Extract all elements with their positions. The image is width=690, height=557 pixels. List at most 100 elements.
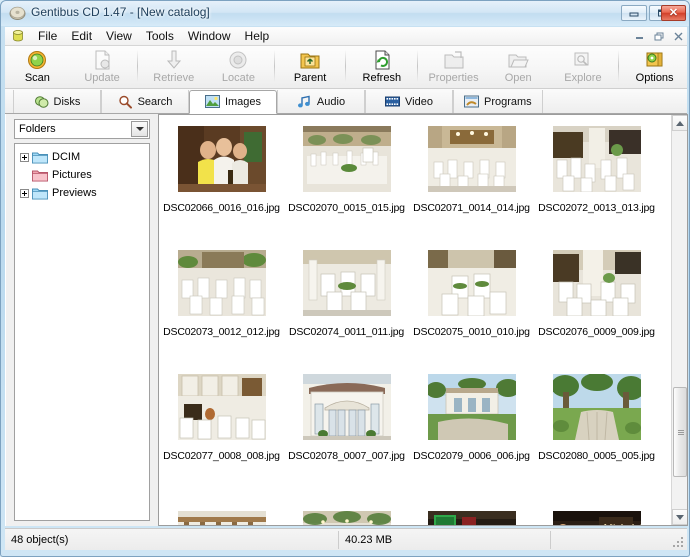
menu-item-window[interactable]: Window [181, 27, 238, 45]
title-bar: Gentibus CD 1.47 - [New catalog] ✕ [1, 1, 689, 26]
menu-item-edit[interactable]: Edit [64, 27, 99, 45]
menu-item-tools[interactable]: Tools [139, 27, 181, 45]
thumbnail-row: DSC02077_0008_008.jpg DSC02078_0007_007.… [159, 363, 672, 487]
expand-icon[interactable] [20, 188, 29, 198]
thumbnail-image[interactable] [411, 487, 532, 525]
toolbar-button-open[interactable]: Open [486, 46, 551, 88]
minimize-button[interactable] [621, 5, 647, 21]
thumbnail-caption: DSC02072_0013_013.jpg [538, 202, 655, 214]
thumbnail-image[interactable] [536, 239, 657, 323]
folders-dropdown[interactable]: Folders [14, 119, 150, 139]
thumbnail-item[interactable]: DSC02080_0005_005.jpg [536, 363, 657, 462]
thumbnail-caption: DSC02078_0007_007.jpg [288, 450, 405, 462]
tree-label-dcim: DCIM [52, 151, 81, 163]
toolbar-button-locate[interactable]: Locate [206, 46, 271, 88]
toolbar-label-locate: Locate [221, 72, 255, 84]
thumbnail-image[interactable] [161, 363, 282, 447]
thumbnail-item[interactable]: DSC02074_0011_011.jpg [286, 239, 407, 338]
thumbnail-caption: DSC02074_0011_011.jpg [288, 326, 405, 338]
thumbnail-item[interactable]: DSC02079_0006_006.jpg [411, 363, 532, 462]
thumbnail-image[interactable] [161, 487, 282, 525]
thumbnail-row: Michelob ULTRA [159, 487, 672, 525]
close-icon: ✕ [668, 6, 679, 19]
refresh-icon [371, 49, 393, 71]
thumbnail-item[interactable]: DSC02075_0010_010.jpg [411, 239, 532, 338]
thumbnail-image[interactable] [161, 239, 282, 323]
menu-item-help[interactable]: Help [238, 27, 277, 45]
thumbnail-image[interactable] [536, 115, 657, 199]
thumbnail-image[interactable] [411, 115, 532, 199]
sidebar: Folders DCIM Pictures Previews [6, 114, 158, 526]
folder-tree[interactable]: DCIM Pictures Previews [14, 143, 150, 521]
toolbar-separator [273, 50, 275, 82]
thumbnail-item[interactable]: Michelob ULTRA [536, 487, 657, 525]
thumbnail-image[interactable] [411, 363, 532, 447]
toolbar-button-scan[interactable]: Scan [5, 46, 70, 88]
folders-dropdown-value: Folders [19, 123, 56, 135]
disc-icon [9, 5, 26, 22]
parent-folder-icon [299, 49, 321, 71]
thumbnail-image[interactable] [411, 239, 532, 323]
menu-item-view[interactable]: View [99, 27, 139, 45]
tab-audio[interactable]: Audio [277, 90, 365, 113]
thumbnail-item[interactable] [411, 487, 532, 525]
scroll-up-button[interactable] [672, 115, 687, 131]
tab-disks[interactable]: Disks [13, 90, 101, 113]
scrollbar-grip-icon [678, 430, 684, 435]
thumbnail-item[interactable]: DSC02071_0014_014.jpg [411, 115, 532, 214]
toolbar-button-properties[interactable]: Properties [421, 46, 486, 88]
tab-label-video: Video [405, 95, 433, 108]
toolbar-label-refresh: Refresh [362, 72, 402, 84]
scan-icon [26, 49, 48, 71]
vertical-scrollbar[interactable] [671, 115, 687, 525]
tab-label-programs: Programs [484, 95, 532, 108]
thumbnail-item[interactable] [286, 487, 407, 525]
close-button[interactable]: ✕ [661, 5, 686, 21]
chevron-down-icon[interactable] [131, 121, 148, 137]
tree-item-pictures[interactable]: Pictures [18, 166, 147, 184]
toolbar-separator [618, 50, 620, 82]
mdi-minimize-button[interactable] [631, 29, 648, 44]
thumbnail-image[interactable]: Michelob ULTRA [536, 487, 657, 525]
toolbar-button-explore[interactable]: Explore [551, 46, 616, 88]
thumbnail-viewport[interactable]: DSC02066_0016_016.jpg DSC02070_0015_015.… [159, 115, 672, 525]
tree-item-dcim[interactable]: DCIM [18, 148, 147, 166]
thumbnail-item[interactable]: DSC02066_0016_016.jpg [161, 115, 282, 214]
thumbnail-item[interactable]: DSC02073_0012_012.jpg [161, 239, 282, 338]
thumbnail-item[interactable] [161, 487, 282, 525]
toolbar-button-update[interactable]: Update [70, 46, 135, 88]
thumbnail-item[interactable]: DSC02077_0008_008.jpg [161, 363, 282, 462]
tab-programs[interactable]: Programs [453, 90, 543, 113]
expand-icon[interactable] [20, 152, 29, 162]
thumbnail-item[interactable]: DSC02076_0009_009.jpg [536, 239, 657, 338]
menu-item-file[interactable]: File [31, 27, 64, 45]
thumbnail-item[interactable]: DSC02070_0015_015.jpg [286, 115, 407, 214]
scrollbar-thumb[interactable] [673, 387, 687, 477]
thumbnail-image[interactable] [536, 363, 657, 447]
thumbnail-image[interactable] [286, 115, 407, 199]
thumbnail-image[interactable] [286, 239, 407, 323]
tab-search[interactable]: Search [101, 90, 189, 113]
thumbnail-item[interactable]: DSC02072_0013_013.jpg [536, 115, 657, 214]
thumbnail-caption: DSC02071_0014_014.jpg [413, 202, 530, 214]
scroll-down-button[interactable] [672, 509, 687, 525]
mdi-restore-button[interactable] [651, 29, 668, 44]
thumbnail-item[interactable]: DSC02078_0007_007.jpg [286, 363, 407, 462]
thumbnail-image[interactable] [286, 487, 407, 525]
thumbnail-row: DSC02066_0016_016.jpg DSC02070_0015_015.… [159, 115, 672, 239]
toolbar-button-refresh[interactable]: Refresh [349, 46, 414, 88]
toolbar-button-options[interactable]: Options [622, 46, 687, 88]
toolbar-button-retrieve[interactable]: Retrieve [141, 46, 206, 88]
programs-icon [464, 95, 479, 109]
tab-video[interactable]: Video [365, 90, 453, 113]
status-extra-panel [551, 531, 687, 549]
mdi-close-button[interactable] [670, 29, 687, 44]
tab-images[interactable]: Images [189, 90, 277, 114]
thumbnail-image[interactable] [161, 115, 282, 199]
tree-item-previews[interactable]: Previews [18, 184, 147, 202]
resize-grip-icon[interactable] [671, 535, 685, 549]
toolbar-button-parent[interactable]: Parent [278, 46, 343, 88]
locate-icon [227, 49, 249, 71]
tab-label-images: Images [224, 96, 262, 108]
thumbnail-image[interactable] [286, 363, 407, 447]
